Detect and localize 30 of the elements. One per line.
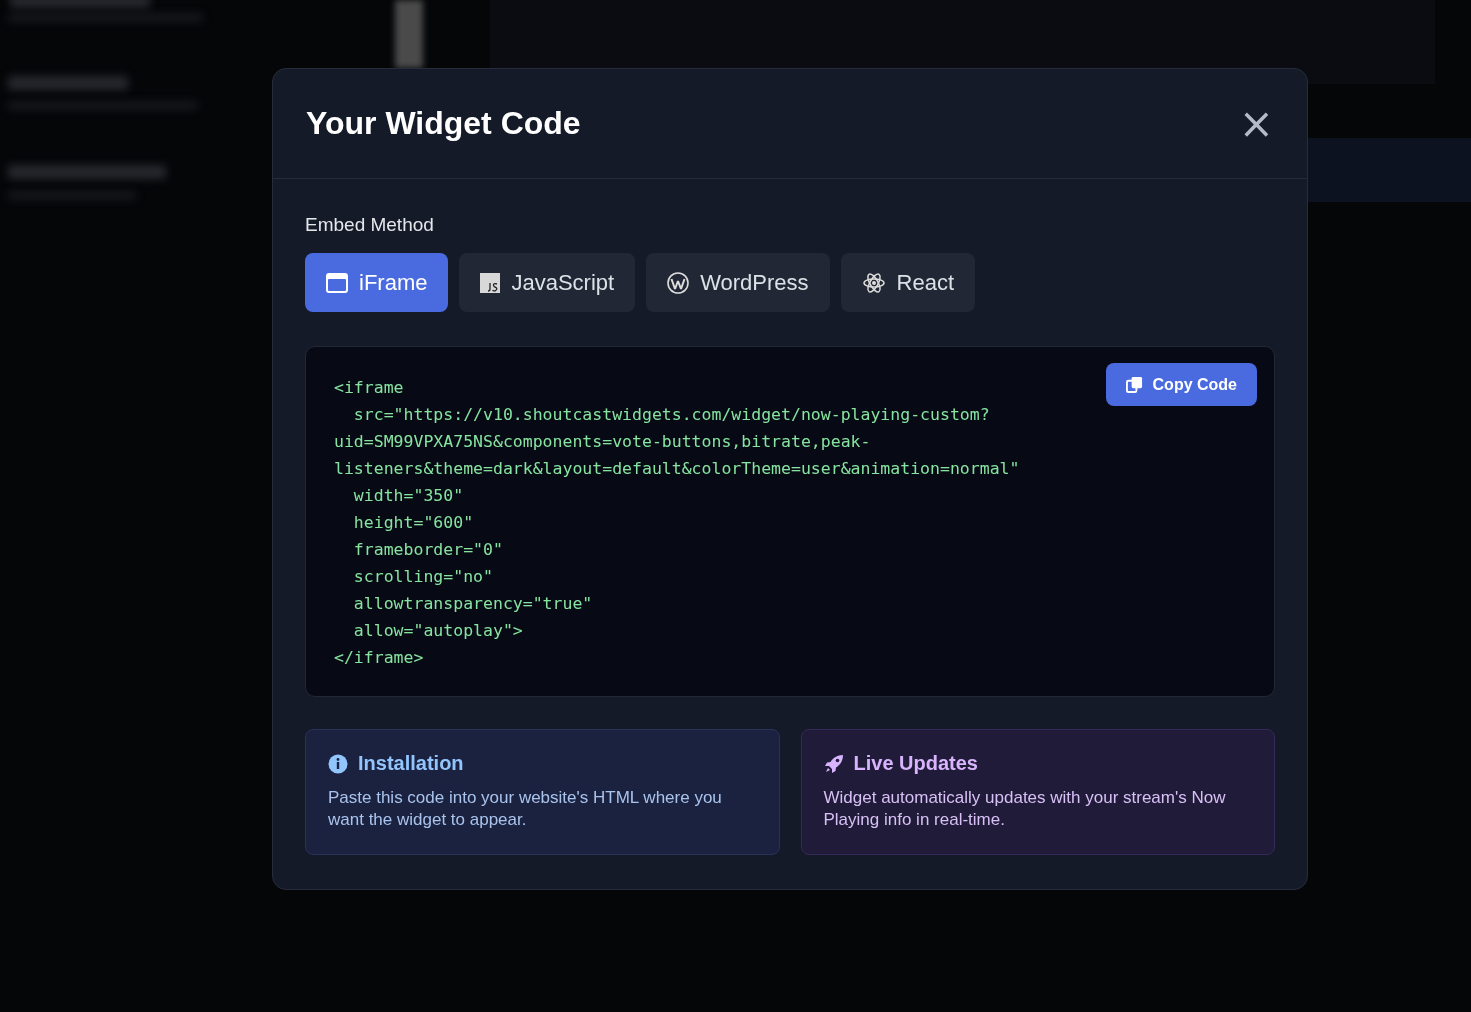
code-line: <iframe xyxy=(334,377,404,399)
code-line: allow="autoplay"> xyxy=(352,620,523,642)
tab[interactable]: JavaScript xyxy=(459,253,636,312)
code-line: src="https://v10.shoutcastwidgets.com/widget/now-playing-custom? xyxy=(352,404,990,426)
code-line: allowtransparency="true" xyxy=(352,593,593,615)
code-line: </iframe> xyxy=(334,647,424,669)
section-label: Embed Method xyxy=(305,214,435,236)
card-title: Installation xyxy=(358,752,464,775)
code-line: scrolling="no" xyxy=(352,566,493,588)
info-icon xyxy=(328,753,348,774)
close-button[interactable]: × xyxy=(1238,102,1274,145)
code-line: frameborder="0" xyxy=(352,539,503,561)
code-line: height="600" xyxy=(352,512,474,534)
tab[interactable]: iFrame xyxy=(305,253,449,312)
code-line: uid=SM99VPXA75NS&components=vote-buttons,bitrate,peak- xyxy=(334,431,871,453)
copy-code-button[interactable]: Copy Code xyxy=(1105,363,1257,406)
js-icon xyxy=(480,272,501,293)
wordpress-icon xyxy=(667,271,690,294)
atom-icon xyxy=(861,271,886,294)
code-line: width="350" xyxy=(352,485,464,507)
card-text: Paste this code into your website's HTML where you want the widget to appear. xyxy=(328,787,723,831)
window-icon xyxy=(326,272,348,293)
card-text: Widget automatically updates with your stream's Now Playing info in real-time. xyxy=(823,787,1227,831)
tab[interactable]: React xyxy=(840,253,976,312)
tab[interactable]: WordPress xyxy=(646,253,830,312)
copy-icon xyxy=(1125,376,1143,393)
rocket-icon xyxy=(823,753,844,774)
modal-title: Your Widget Code xyxy=(306,105,581,142)
code-line: listeners&theme=dark&layout=default&colorTheme=user&animation=normal" xyxy=(334,458,1020,480)
card-title: Live Updates xyxy=(853,752,978,775)
